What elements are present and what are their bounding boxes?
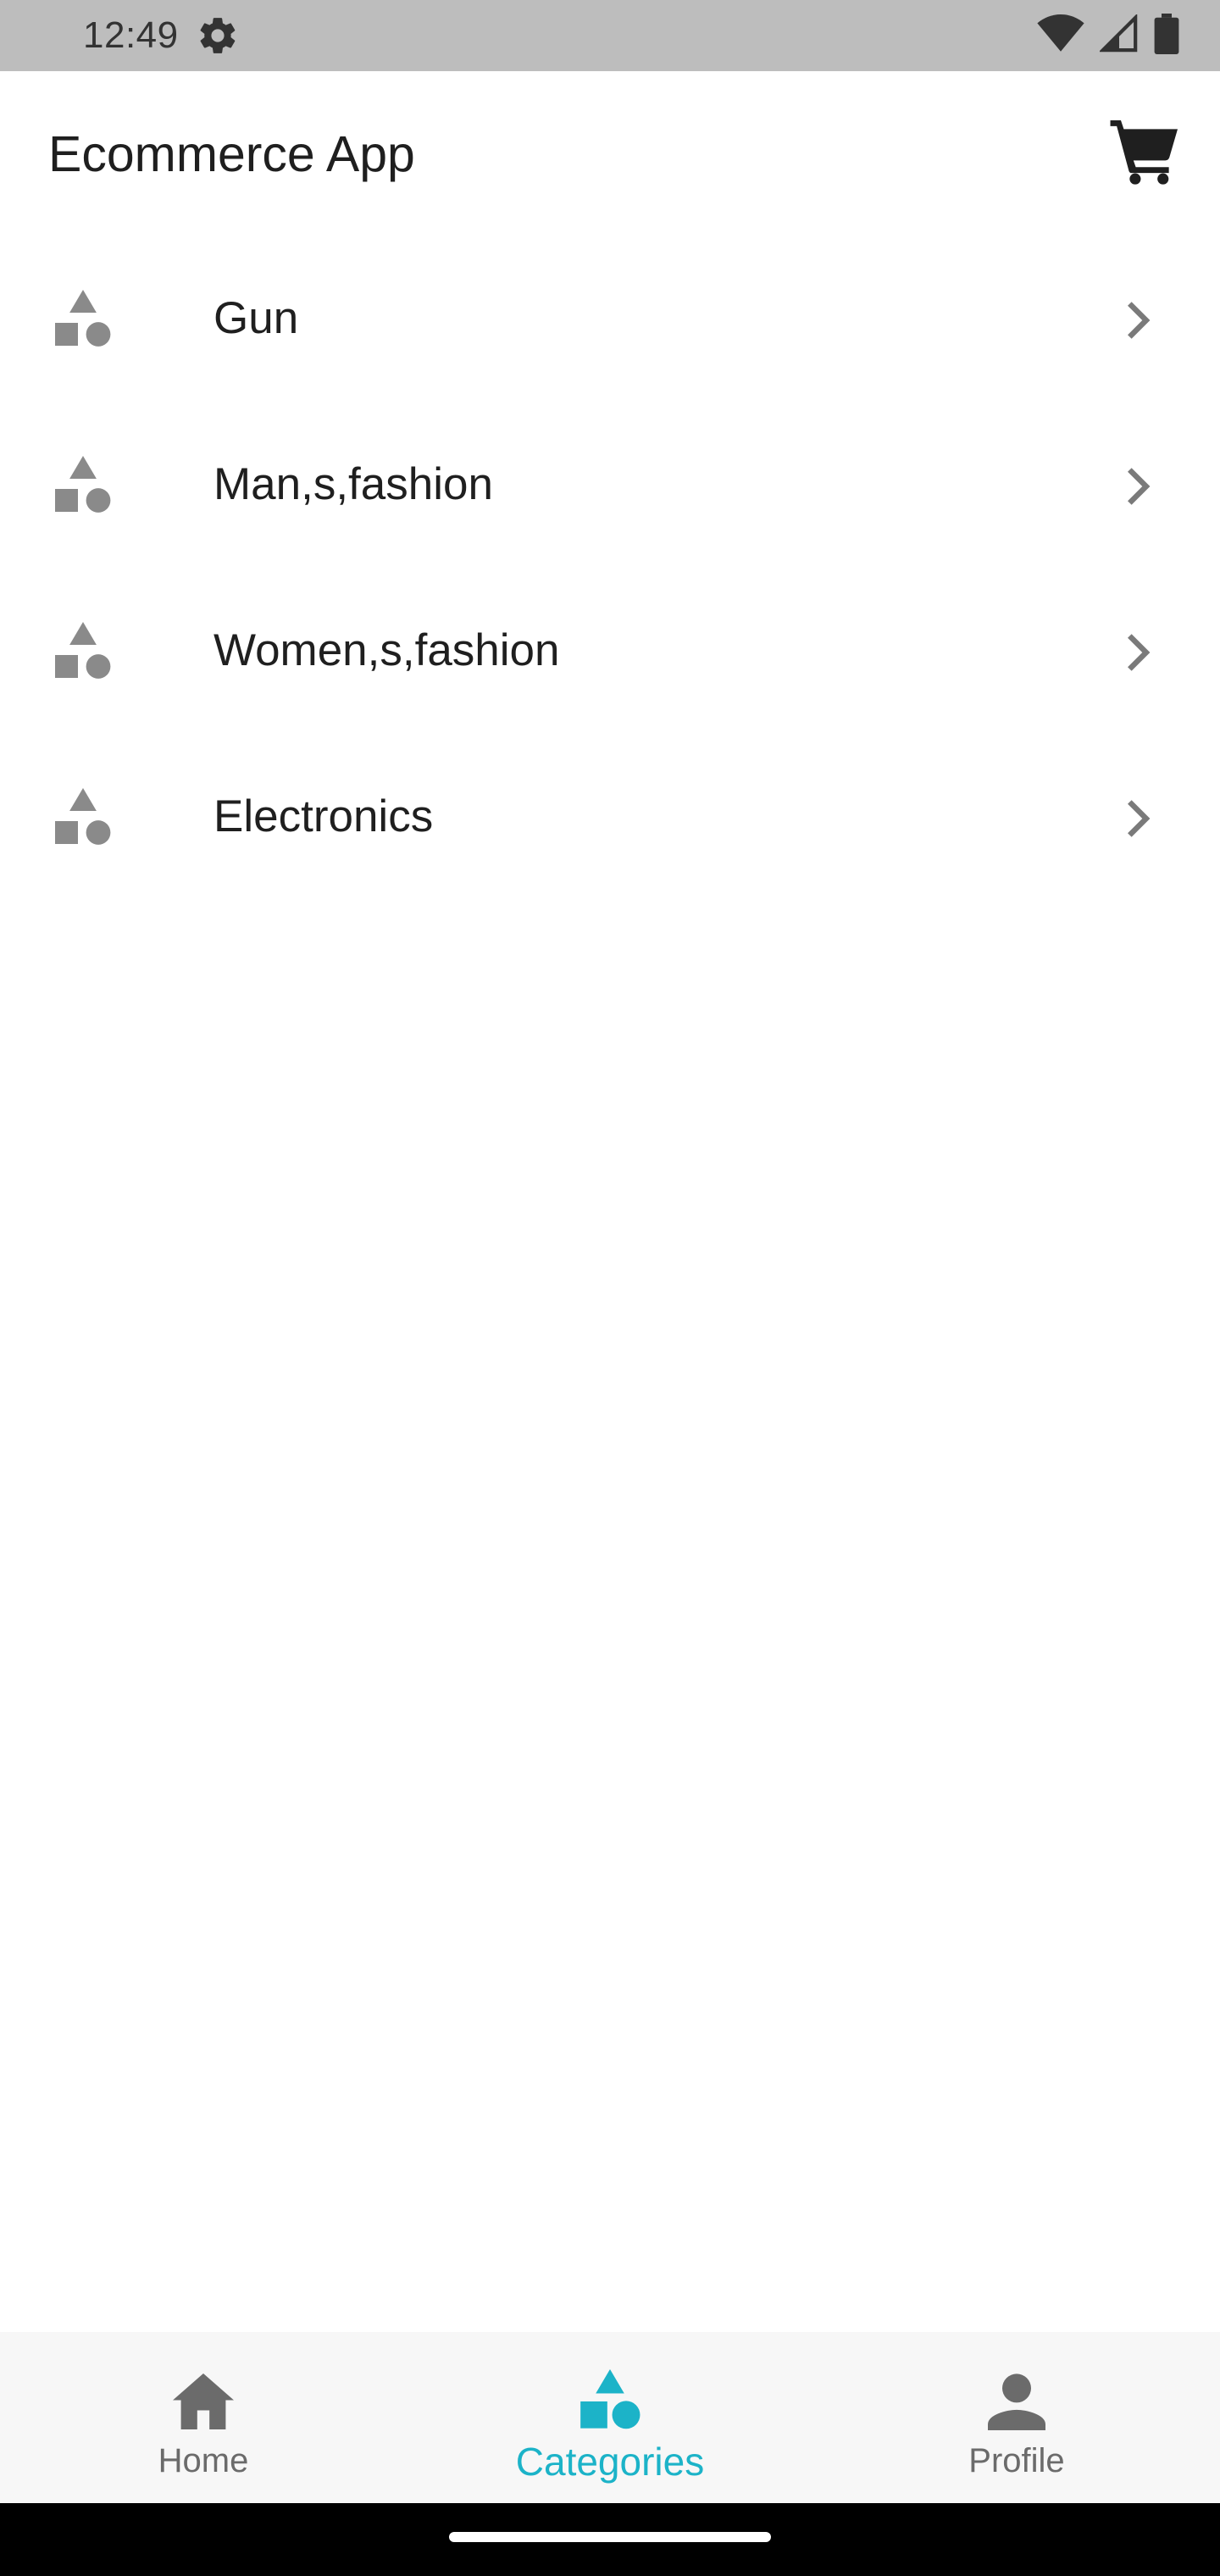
category-list: Gun Man,s,fashion Women,s,fashion Electr… bbox=[0, 237, 1220, 902]
chevron-right-icon bbox=[1115, 795, 1159, 842]
home-icon bbox=[169, 2368, 237, 2435]
chevron-right-icon bbox=[1115, 629, 1159, 676]
nav-label-categories: Categories bbox=[515, 2440, 705, 2484]
app-bar: Ecommerce App bbox=[0, 71, 1220, 237]
nav-item-home[interactable]: Home bbox=[0, 2332, 407, 2503]
nav-label-home: Home bbox=[158, 2442, 249, 2479]
category-icon bbox=[53, 788, 114, 849]
category-item-gun[interactable]: Gun bbox=[0, 237, 1220, 403]
cart-button[interactable] bbox=[1105, 114, 1186, 195]
category-icon bbox=[53, 290, 114, 351]
app-title: Ecommerce App bbox=[48, 126, 415, 182]
wifi-icon bbox=[1037, 14, 1084, 58]
status-icons bbox=[1037, 13, 1179, 58]
battery-icon bbox=[1154, 13, 1179, 58]
cart-icon bbox=[1110, 119, 1181, 189]
system-nav-bar bbox=[0, 2503, 1220, 2576]
nav-item-categories[interactable]: Categories bbox=[407, 2332, 813, 2503]
settings-icon bbox=[196, 14, 240, 58]
category-label: Women,s,fashion bbox=[214, 625, 560, 675]
category-item-electronics[interactable]: Electronics bbox=[0, 736, 1220, 902]
category-label: Gun bbox=[214, 293, 299, 343]
status-bar: 12:49 bbox=[0, 0, 1220, 71]
status-time: 12:49 bbox=[83, 14, 179, 56]
category-item-womens-fashion[interactable]: Women,s,fashion bbox=[0, 569, 1220, 736]
category-icon bbox=[53, 456, 114, 517]
categories-icon bbox=[576, 2368, 644, 2435]
person-icon bbox=[983, 2368, 1051, 2435]
category-icon bbox=[53, 622, 114, 683]
chevron-right-icon bbox=[1115, 463, 1159, 510]
nav-item-profile[interactable]: Profile bbox=[813, 2332, 1220, 2503]
bottom-nav: Home Categories Profile bbox=[0, 2332, 1220, 2503]
nav-label-profile: Profile bbox=[968, 2442, 1065, 2479]
home-gesture-pill[interactable] bbox=[449, 2532, 771, 2542]
signal-icon bbox=[1098, 13, 1139, 58]
category-label: Electronics bbox=[214, 791, 434, 841]
category-item-mans-fashion[interactable]: Man,s,fashion bbox=[0, 403, 1220, 569]
category-label: Man,s,fashion bbox=[214, 459, 493, 509]
chevron-right-icon bbox=[1115, 297, 1159, 344]
